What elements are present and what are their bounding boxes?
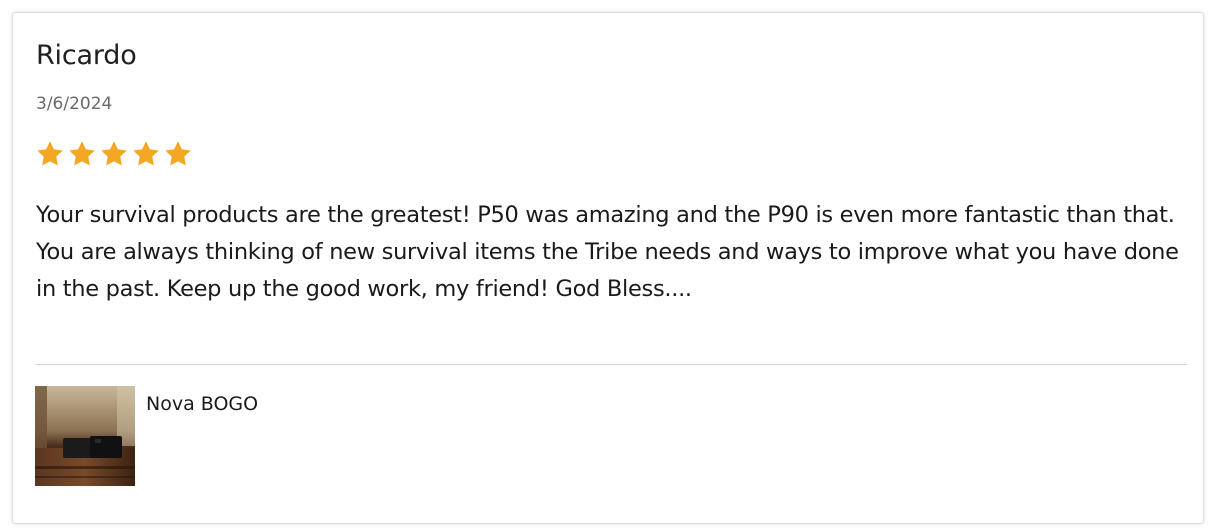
star-icon	[37, 141, 63, 166]
reviewer-name: Ricardo	[36, 40, 137, 71]
reviewed-product[interactable]: Nova BOGO	[35, 386, 258, 486]
product-thumbnail[interactable]	[35, 386, 135, 486]
star-icon	[165, 141, 191, 166]
star-icon	[133, 141, 159, 166]
star-rating	[35, 139, 193, 169]
star-icon	[69, 141, 95, 166]
review-card: Ricardo 3/6/2024 Your survival products …	[12, 12, 1204, 524]
review-date: 3/6/2024	[36, 94, 113, 114]
divider	[35, 364, 1187, 365]
star-icon	[101, 141, 127, 166]
product-name[interactable]: Nova BOGO	[146, 392, 258, 416]
review-text: Your survival products are the greatest!…	[36, 202, 1189, 302]
